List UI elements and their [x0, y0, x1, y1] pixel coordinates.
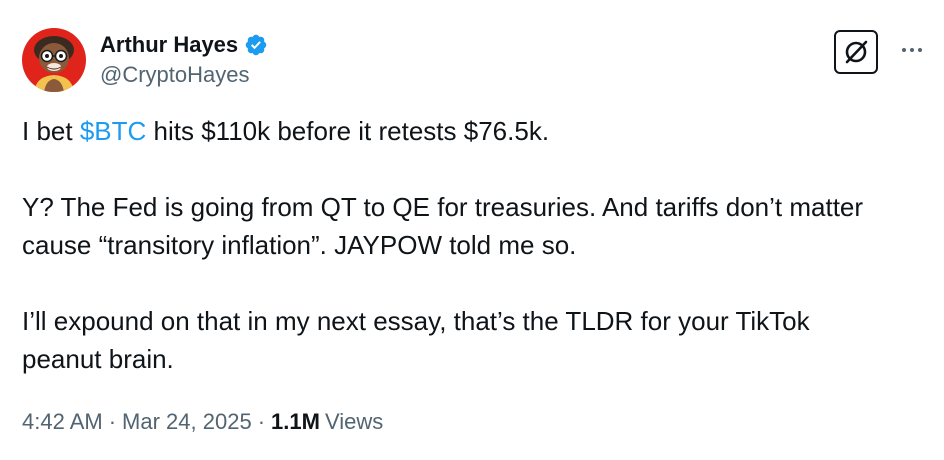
- tweet-date[interactable]: Mar 24, 2025: [122, 409, 252, 435]
- more-options-button[interactable]: [897, 38, 927, 62]
- avatar-image: [22, 28, 86, 92]
- tweet-meta: 4:42 AM · Mar 24, 2025 · 1.1M Views: [22, 409, 383, 435]
- grok-slashed-circle-icon: [845, 40, 868, 64]
- views-count: 1.1M: [271, 409, 320, 434]
- author-avatar[interactable]: [22, 28, 86, 92]
- tweet-line: cause “transitory inflation”. JAYPOW tol…: [22, 230, 577, 260]
- tweet-card: Arthur Hayes @CryptoHayes I bet $BTC hit…: [0, 0, 944, 460]
- cashtag-link[interactable]: $BTC: [80, 116, 146, 146]
- meta-separator: ·: [257, 409, 266, 434]
- more-dots-icon: [902, 48, 906, 52]
- tweet-line: Y? The Fed is going from QT to QE for tr…: [22, 192, 864, 222]
- author-handle[interactable]: @CryptoHayes: [100, 62, 250, 88]
- grok-button[interactable]: [834, 30, 878, 74]
- tweet-text-segment: I bet: [22, 116, 80, 146]
- tweet-text-segment: hits $110k before it retests $76.5k.: [146, 116, 550, 146]
- meta-separator: ·: [108, 409, 117, 434]
- tweet-time[interactable]: 4:42 AM: [22, 409, 103, 435]
- more-dots-icon: [918, 48, 922, 52]
- tweet-line: peanut brain.: [22, 344, 174, 374]
- more-dots-icon: [910, 48, 914, 52]
- tweet-text: I bet $BTC hits $110k before it retests …: [22, 112, 922, 378]
- verified-badge-icon[interactable]: [244, 33, 268, 57]
- author-display-name[interactable]: Arthur Hayes: [100, 32, 238, 58]
- tweet-line: I’ll expound on that in my next essay, t…: [22, 306, 810, 336]
- tweet-line: I bet $BTC hits $110k before it retests …: [22, 112, 922, 150]
- author-name-row: Arthur Hayes: [100, 30, 268, 60]
- views-label: Views: [324, 409, 384, 434]
